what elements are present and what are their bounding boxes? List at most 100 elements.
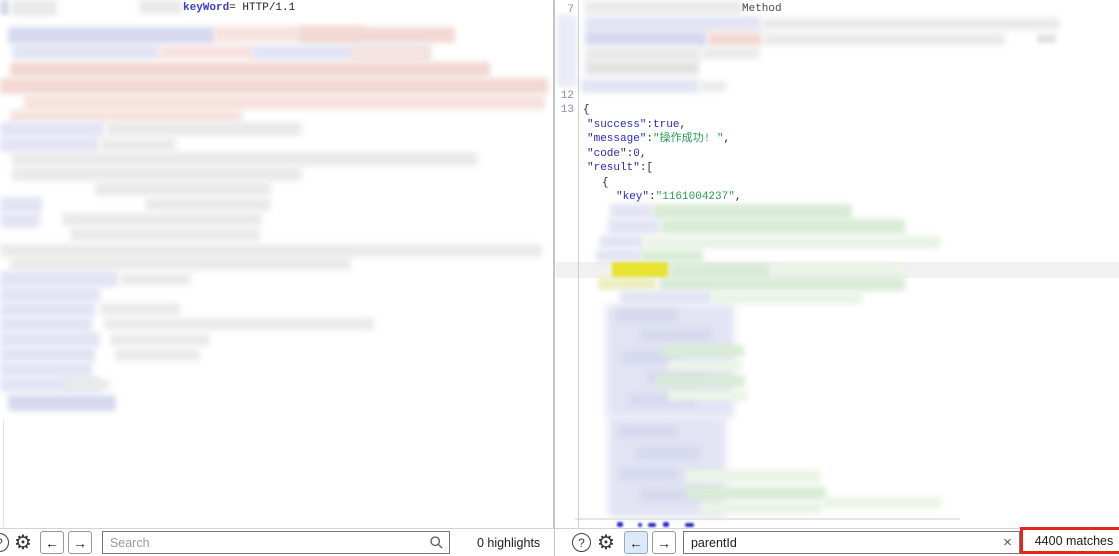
highlights-count-label: 0 highlights [477,536,540,550]
find-next-button[interactable]: → [652,531,676,554]
request-line-rest: = HTTP/1.1 [229,2,295,14]
redaction-blur [618,425,678,437]
redaction-blur [557,15,577,87]
redaction-blur [581,79,699,93]
request-param-keyword: keyWord [183,2,229,14]
http-debugger-window: keyWord= HTTP/1.1 7 12 13 Method { "succ… [0,0,1119,556]
redaction-blur [712,292,862,304]
redaction-blur [636,447,700,459]
redaction-blur [110,334,210,346]
redaction-blur [659,277,905,291]
redaction-blur [585,31,707,46]
redaction-blur [139,0,182,14]
redaction-blur [95,182,271,196]
gutter-separator [578,0,579,528]
request-first-line: keyWord= HTTP/1.1 [183,1,295,15]
json-key: "code" [587,148,627,160]
redaction-blur [708,32,762,46]
redaction-blur [0,317,92,332]
matches-count-label: 4400 matches [1035,534,1114,548]
search-icon [430,536,443,549]
json-key: "message" [587,133,646,145]
redaction-blur [0,244,542,257]
redaction-blur [0,122,104,137]
redaction-blur [702,47,760,59]
redaction-blur [596,249,642,262]
redaction-blur [700,502,822,514]
line-number-12: 12 [556,90,574,103]
redaction-blur [663,522,669,527]
redaction-blur [0,302,95,317]
redaction-blur [8,395,116,411]
redaction-blur [585,1,743,14]
json-line-key: "key":"1161004237", [616,190,741,204]
redaction-blur [24,94,545,110]
redaction-blur [616,309,678,322]
redaction-blur [10,110,242,122]
json-line-result: "result":[ [587,161,653,175]
redaction-blur [685,523,694,527]
json-open-brace: { [583,103,590,117]
help-icon[interactable]: ? [0,533,9,552]
redaction-blur [11,0,57,16]
json-comma: , [640,148,647,160]
redaction-blur [670,263,770,277]
json-key: "key" [616,191,649,203]
redaction-blur [655,375,745,387]
redaction-blur [12,152,478,166]
response-search-input[interactable] [683,531,1020,554]
json-string-value: "1161004237" [656,191,735,203]
left-find-bar: ? ⚙ ← → 0 highlights [0,528,554,556]
redaction-blur [10,257,351,270]
redaction-blur [661,219,905,234]
redaction-blur [100,303,180,315]
redaction-blur [300,27,455,43]
redaction-blur [700,81,726,92]
redaction-blur [0,287,100,302]
clear-search-icon[interactable]: × [1003,534,1012,551]
redaction-blur [160,45,255,59]
json-line-object-open: { [602,176,609,190]
json-string-value: "操作成功! " [653,133,723,145]
redaction-blur [106,122,302,136]
redaction-blur [763,33,1005,45]
redaction-blur [104,318,374,330]
redaction-blur [64,379,110,390]
redaction-blur [0,271,118,287]
request-search-input[interactable] [102,531,450,554]
find-previous-button[interactable]: ← [40,531,64,554]
search-match-highlight [612,262,668,277]
redaction-blur [652,204,852,219]
redaction-blur [575,518,960,520]
settings-gear-icon[interactable]: ⚙ [597,533,615,553]
json-comma: , [723,133,730,145]
json-bracket: [ [646,162,653,174]
redaction-blur [600,235,644,248]
redaction-blur [770,263,902,276]
find-previous-button[interactable]: ← [624,531,648,554]
redaction-blur [350,46,430,60]
json-comma: , [735,191,742,203]
redaction-blur [0,362,92,377]
find-next-button[interactable]: → [68,531,92,554]
redaction-blur [686,470,821,483]
redaction-blur [585,47,701,61]
redaction-blur [1037,34,1056,43]
pane-divider [553,0,555,556]
redaction-blur [648,523,656,527]
json-key: "success" [587,119,646,131]
search-field-wrapper [102,531,450,554]
help-icon[interactable]: ? [572,533,591,552]
redaction-blur [0,137,99,152]
redaction-blur [0,213,40,228]
json-line-success: "success":true, [587,118,686,132]
matches-annotation-box: 4400 matches [1020,527,1119,554]
redaction-blur [70,228,260,241]
response-header-fragment: Method [742,3,782,16]
line-number-13: 13 [556,104,574,117]
redaction-blur [12,44,160,59]
settings-gear-icon[interactable]: ⚙ [14,533,32,553]
redaction-blur [686,487,826,500]
redaction-blur [640,329,712,341]
redaction-blur [0,78,548,94]
